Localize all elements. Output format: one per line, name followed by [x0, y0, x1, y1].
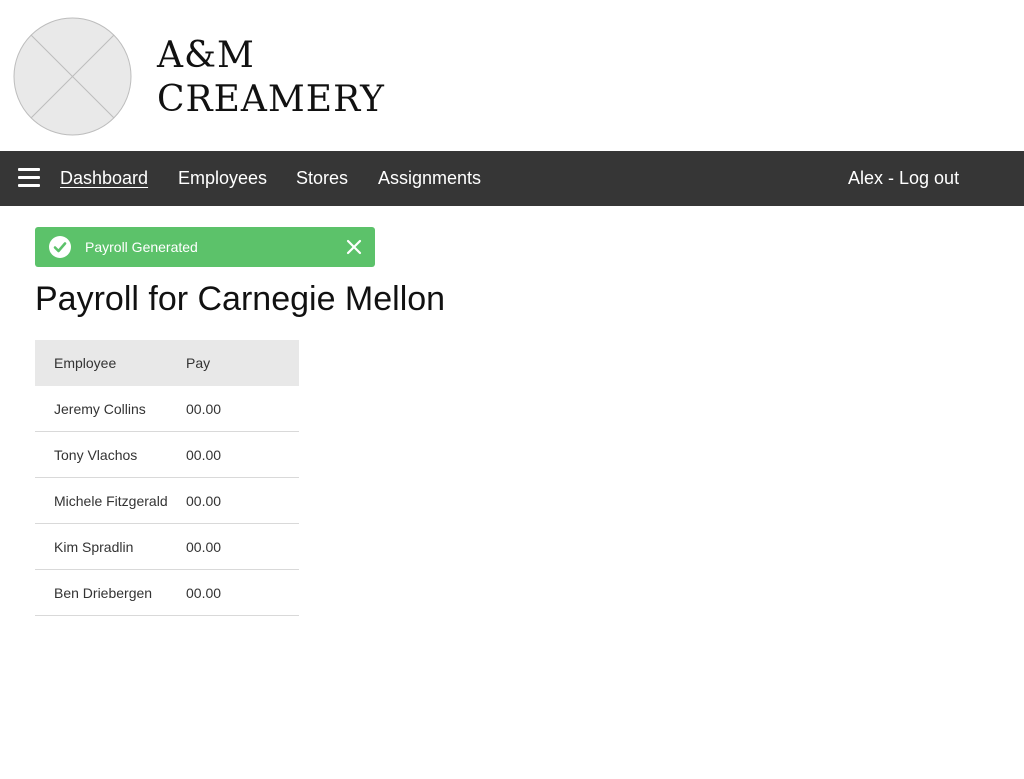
nav-link-assignments[interactable]: Assignments — [378, 151, 481, 206]
main-navbar: Dashboard Employees Stores Assignments A… — [0, 151, 1024, 206]
column-header-employee: Employee — [54, 355, 117, 371]
payroll-table: Employee Pay Jeremy Collins 00.00 Tony V… — [35, 340, 299, 616]
close-icon[interactable] — [345, 238, 363, 256]
user-logout-link[interactable]: Alex - Log out — [848, 151, 959, 206]
hamburger-menu-icon[interactable] — [18, 168, 40, 188]
nav-link-dashboard[interactable]: Dashboard — [60, 151, 148, 206]
employee-pay: 00.00 — [186, 401, 222, 417]
brand-name: A&M CREAMERY — [157, 34, 385, 122]
employee-pay: 00.00 — [186, 539, 222, 555]
table-row: Ben Driebergen 00.00 — [35, 570, 299, 616]
employee-name: Ben Driebergen — [54, 585, 153, 601]
employee-name: Kim Spradlin — [54, 539, 134, 555]
employee-pay: 00.00 — [186, 493, 222, 509]
employee-pay: 00.00 — [186, 585, 222, 601]
brand-line-2: CREAMERY — [157, 79, 385, 120]
employee-name: Jeremy Collins — [54, 401, 146, 417]
success-alert: Payroll Generated — [35, 227, 375, 267]
site-header: A&M CREAMERY — [0, 0, 1024, 151]
nav-link-employees[interactable]: Employees — [178, 151, 267, 206]
alert-message: Payroll Generated — [85, 239, 198, 255]
table-header-row: Employee Pay — [35, 340, 299, 386]
employee-name: Michele Fitzgerald — [54, 493, 168, 509]
table-row: Tony Vlachos 00.00 — [35, 432, 299, 478]
nav-link-stores[interactable]: Stores — [296, 151, 348, 206]
employee-name: Tony Vlachos — [54, 447, 138, 463]
column-header-pay: Pay — [186, 355, 211, 371]
image-placeholder-icon — [13, 17, 132, 136]
table-row: Michele Fitzgerald 00.00 — [35, 478, 299, 524]
table-row: Kim Spradlin 00.00 — [35, 524, 299, 570]
brand-line-1: A&M — [157, 35, 255, 76]
check-circle-icon — [49, 236, 71, 258]
table-row: Jeremy Collins 00.00 — [35, 386, 299, 432]
page-title: Payroll for Carnegie Mellon — [35, 280, 446, 318]
employee-pay: 00.00 — [186, 447, 222, 463]
